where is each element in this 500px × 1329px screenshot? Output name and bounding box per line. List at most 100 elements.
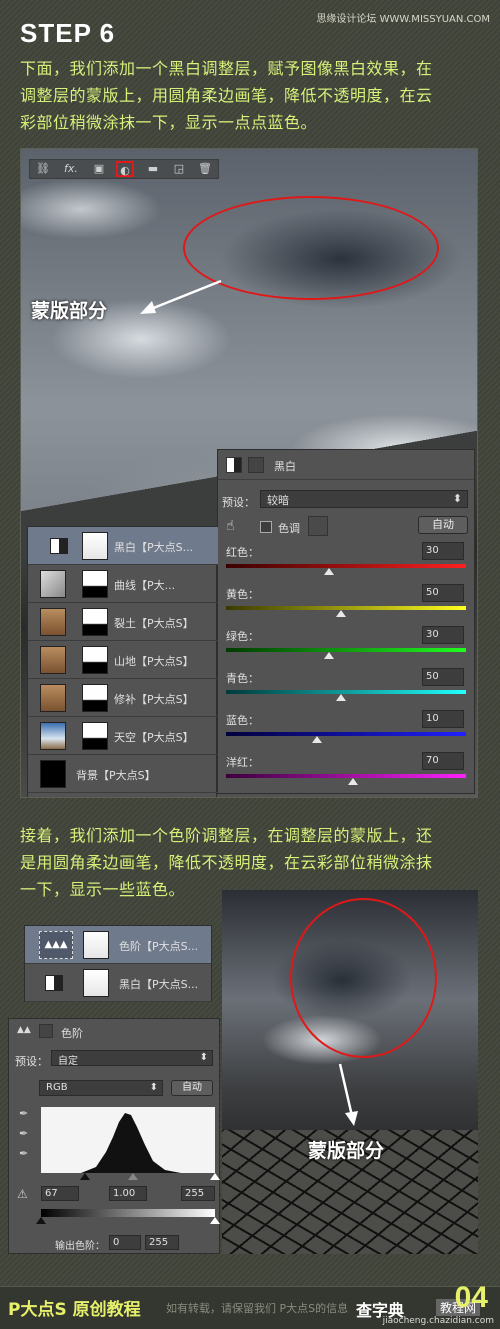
slider-value-field[interactable]: 70 bbox=[422, 752, 464, 770]
channel-select[interactable]: RGB ⬍ bbox=[39, 1080, 163, 1096]
input-black-field[interactable]: 67 bbox=[41, 1186, 79, 1201]
layer-row[interactable]: 曲线【P大... bbox=[28, 565, 218, 603]
tint-checkbox[interactable] bbox=[260, 521, 272, 533]
slider-thumb[interactable] bbox=[324, 652, 335, 659]
eyedropper-black-icon[interactable]: ✒ bbox=[19, 1107, 28, 1120]
new-layer-icon[interactable]: ◲ bbox=[170, 161, 188, 177]
layer-thumbnail bbox=[40, 646, 66, 674]
slider-label: 蓝色： bbox=[226, 714, 259, 727]
hand-icon[interactable]: ☝ bbox=[226, 518, 235, 534]
input-black-thumb[interactable] bbox=[80, 1173, 90, 1180]
auto-button[interactable]: 自动 bbox=[418, 516, 468, 534]
output-label: 输出色阶： bbox=[55, 1241, 105, 1252]
clip-warning-icon[interactable]: ⚠ bbox=[17, 1187, 28, 1201]
slider-value-field[interactable]: 50 bbox=[422, 584, 464, 602]
site-url[interactable]: jiaocheng.chazidian.com bbox=[383, 1316, 494, 1326]
brand-label: P大点S 原创教程 bbox=[8, 1300, 141, 1320]
arrow-icon bbox=[140, 279, 222, 314]
histogram-shape bbox=[41, 1113, 215, 1173]
mask-icon[interactable] bbox=[248, 457, 264, 473]
link-icon[interactable]: ⛓ bbox=[34, 161, 52, 177]
preset-select[interactable]: 自定 ⬍ bbox=[51, 1050, 213, 1067]
layer-name: 黑白【P大点S... bbox=[114, 541, 194, 554]
layer-row[interactable]: 黑白【P大点S... bbox=[25, 964, 211, 1002]
layer-thumbnail bbox=[40, 570, 66, 598]
slider-track[interactable] bbox=[226, 564, 466, 568]
layer-row[interactable]: 修补【P大点S】 bbox=[28, 679, 218, 717]
slider-thumb[interactable] bbox=[336, 694, 347, 701]
layers-toolbar: ⛓ fx. ▣ ◐ ▬ ◲ 🗑 bbox=[29, 159, 219, 179]
properties-header: 黑白 bbox=[218, 450, 474, 480]
output-black-field[interactable]: 0 bbox=[109, 1235, 141, 1250]
input-gamma-thumb[interactable] bbox=[128, 1173, 138, 1180]
input-gamma-field[interactable]: 1.00 bbox=[109, 1186, 147, 1201]
trash-icon[interactable]: 🗑 bbox=[196, 161, 214, 177]
mask-icon[interactable] bbox=[39, 1024, 53, 1038]
mask-thumbnail bbox=[82, 722, 108, 750]
slider-thumb[interactable] bbox=[312, 736, 323, 743]
input-white-field[interactable]: 255 bbox=[181, 1186, 215, 1201]
slider-track[interactable] bbox=[226, 648, 466, 652]
mask-thumbnail bbox=[83, 931, 109, 959]
mask-icon[interactable]: ▣ bbox=[90, 161, 108, 177]
levels-icon: ▲▲ bbox=[17, 1025, 31, 1035]
layer-name: 裂土【P大点S】 bbox=[114, 617, 194, 630]
layer-row[interactable]: ▲▲▲ 色阶【P大点S... bbox=[25, 926, 211, 964]
layer-row[interactable]: 天空【P大点S】 bbox=[28, 717, 218, 755]
black-white-icon bbox=[226, 457, 242, 473]
paragraph-line: 一下，显示一些蓝色。 bbox=[20, 880, 186, 899]
slider-value-field[interactable]: 30 bbox=[422, 542, 464, 560]
layer-thumbnail bbox=[50, 538, 68, 554]
folder-icon[interactable]: ▬ bbox=[144, 161, 162, 177]
slider-thumb[interactable] bbox=[336, 610, 347, 617]
output-white-thumb[interactable] bbox=[210, 1217, 220, 1224]
eyedropper-white-icon[interactable]: ✒ bbox=[19, 1147, 28, 1160]
mask-highlight-circle bbox=[290, 898, 437, 1058]
mask-thumbnail bbox=[82, 646, 108, 674]
output-gradient bbox=[41, 1209, 215, 1217]
fx-icon[interactable]: fx. bbox=[62, 161, 80, 177]
layers-panel: 黑白【P大点S... 曲线【P大... 裂土【P大点S】 山地【P大点S】修补【P大点… bbox=[27, 526, 218, 797]
output-black-thumb[interactable] bbox=[36, 1217, 46, 1224]
chevron-down-icon: ⬍ bbox=[199, 1052, 208, 1063]
slider-label: 青色： bbox=[226, 672, 259, 685]
layer-name: 背景【P大点S】 bbox=[76, 769, 156, 782]
output-slider-track[interactable] bbox=[36, 1217, 220, 1224]
layer-row[interactable]: 山地【P大点S】 bbox=[28, 641, 218, 679]
output-white-field[interactable]: 255 bbox=[145, 1235, 179, 1250]
eyedropper-gray-icon[interactable]: ✒ bbox=[19, 1127, 28, 1140]
adjustment-icon[interactable]: ◐ bbox=[116, 161, 134, 177]
layer-row[interactable]: 背景【P大点S】 bbox=[28, 755, 218, 793]
layer-thumbnail bbox=[40, 608, 66, 636]
slider-value-field[interactable]: 50 bbox=[422, 668, 464, 686]
slider-value-field[interactable]: 30 bbox=[422, 626, 464, 644]
layer-name: 黑白【P大点S... bbox=[119, 978, 199, 991]
black-white-properties-panel: 黑白 预设： 较暗 ⬍ ☝ 色调 自动 红色： 30 黄色： 50 绿色： 30 青色： 50… bbox=[217, 449, 475, 794]
layer-name: 山地【P大点S】 bbox=[114, 655, 194, 668]
input-slider-track[interactable] bbox=[41, 1173, 220, 1180]
layer-thumbnail bbox=[40, 684, 66, 712]
layer-row[interactable]: 裂土【P大点S】 bbox=[28, 603, 218, 641]
arrow-icon bbox=[338, 1063, 358, 1126]
slider-track[interactable] bbox=[226, 774, 466, 778]
tint-color-swatch[interactable] bbox=[308, 516, 328, 536]
channel-value: RGB bbox=[46, 1082, 68, 1093]
input-white-thumb[interactable] bbox=[210, 1173, 220, 1180]
intro-paragraph: 下面，我们添加一个黑白调整层，赋予图像黑白效果，在 调整层的蒙版上，用圆角柔边画… bbox=[20, 55, 485, 136]
slider-value-field[interactable]: 10 bbox=[422, 710, 464, 728]
preset-value: 自定 bbox=[58, 1056, 78, 1067]
result-photo: 蒙版部分 bbox=[222, 890, 478, 1254]
slider-thumb[interactable] bbox=[324, 568, 335, 575]
layer-row[interactable]: 黑白【P大点S... bbox=[28, 527, 218, 565]
preset-select[interactable]: 较暗 ⬍ bbox=[260, 490, 468, 508]
histogram-chart bbox=[41, 1107, 215, 1173]
slider-thumb[interactable] bbox=[348, 778, 359, 785]
chevron-down-icon: ⬍ bbox=[149, 1082, 158, 1093]
mask-thumbnail bbox=[82, 532, 108, 560]
preset-label: 预设： bbox=[15, 1055, 48, 1068]
preset-value: 较暗 bbox=[267, 494, 289, 507]
auto-button[interactable]: 自动 bbox=[171, 1080, 213, 1096]
slider-track[interactable] bbox=[226, 732, 466, 736]
chevron-down-icon: ⬍ bbox=[452, 492, 462, 505]
mask-thumbnail bbox=[82, 608, 108, 636]
